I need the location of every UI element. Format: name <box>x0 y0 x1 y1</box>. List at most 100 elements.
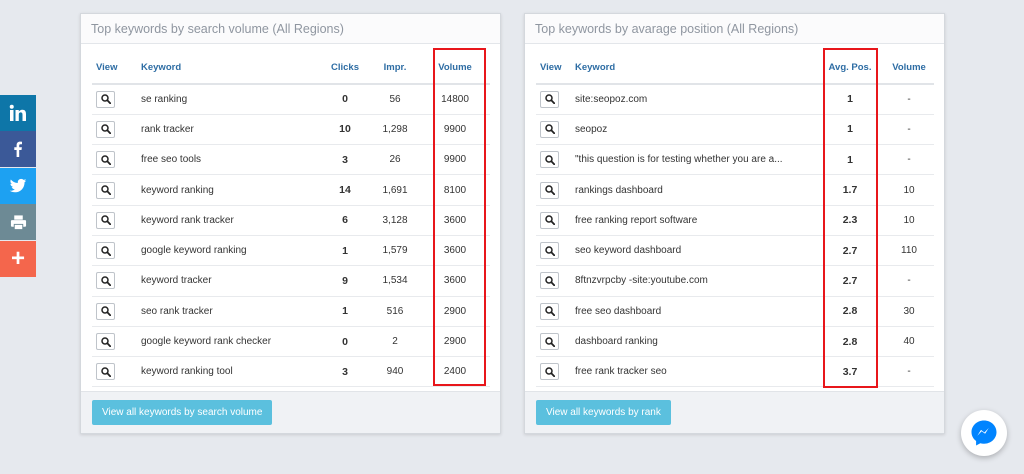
keyword-cell: google keyword rank checker <box>137 326 320 358</box>
view-cell <box>92 144 137 176</box>
view-keyword-button[interactable] <box>96 211 115 229</box>
panel-title: Top keywords by avarage position (All Re… <box>525 14 944 44</box>
panel-footer: View all keywords by rank <box>525 391 944 433</box>
view-keyword-button[interactable] <box>540 363 559 381</box>
clicks-cell: 0 <box>320 326 370 358</box>
view-keyword-button[interactable] <box>96 242 115 260</box>
keyword-cell: google keyword ranking <box>137 235 320 267</box>
keyword-cell: keyword ranking tool <box>137 356 320 388</box>
volume-cell: 9900 <box>420 114 490 146</box>
volume-cell: - <box>884 114 934 146</box>
keyword-cell: rankings dashboard <box>571 174 816 206</box>
panel-title: Top keywords by search volume (All Regio… <box>81 14 500 44</box>
column-header-impressions: Impr. <box>370 52 420 85</box>
view-keyword-button[interactable] <box>540 272 559 290</box>
share-twitter-button[interactable] <box>0 168 36 204</box>
search-icon <box>100 124 111 135</box>
view-keyword-button[interactable] <box>540 90 559 108</box>
avg-position-panel: Top keywords by avarage position (All Re… <box>524 13 945 434</box>
messenger-icon <box>971 420 997 446</box>
view-keyword-button[interactable] <box>540 333 559 351</box>
clicks-cell: 10 <box>320 114 370 146</box>
view-keyword-button[interactable] <box>96 90 115 108</box>
view-cell <box>92 205 137 236</box>
table-row: site:seopoz.com 1- <box>536 84 934 115</box>
search-icon <box>100 336 111 347</box>
view-all-by-volume-button[interactable]: View all keywords by search volume <box>92 400 273 425</box>
view-cell <box>92 356 137 388</box>
clicks-cell: 3 <box>320 356 370 388</box>
avg-pos-cell: 3.7 <box>816 356 884 388</box>
volume-cell: 2900 <box>420 296 490 327</box>
view-keyword-button[interactable] <box>540 302 559 320</box>
avg-position-table: View Keyword Avg. Pos. Volume site:seopo… <box>536 52 934 388</box>
view-keyword-button[interactable] <box>540 242 559 260</box>
share-facebook-button[interactable] <box>0 131 36 167</box>
search-icon <box>100 306 111 317</box>
search-volume-table: View Keyword Clicks Impr. Volume se rank… <box>92 52 490 388</box>
impressions-cell: 26 <box>370 144 420 176</box>
avg-pos-cell: 2.8 <box>816 326 884 358</box>
column-header-keyword: Keyword <box>137 52 320 85</box>
keyword-cell: dashboard ranking <box>571 326 816 358</box>
search-icon <box>100 215 111 226</box>
table-row: keyword ranking 14 1,691 8100 <box>92 174 490 206</box>
avg-pos-cell: 2.7 <box>816 235 884 267</box>
view-keyword-button[interactable] <box>96 151 115 169</box>
keyword-cell: free rank tracker seo <box>571 356 816 388</box>
share-linkedin-button[interactable] <box>0 95 36 131</box>
view-keyword-button[interactable] <box>96 302 115 320</box>
volume-cell: 14800 <box>420 84 490 115</box>
view-keyword-button[interactable] <box>540 151 559 169</box>
view-cell <box>92 84 137 115</box>
volume-cell: 2900 <box>420 326 490 358</box>
volume-cell: 30 <box>884 296 934 327</box>
avg-pos-cell: 1 <box>816 114 884 146</box>
view-keyword-button[interactable] <box>96 181 115 199</box>
print-icon <box>10 214 27 231</box>
impressions-cell: 1,579 <box>370 235 420 267</box>
table-row: seo rank tracker 1 516 2900 <box>92 296 490 327</box>
table-row: google keyword rank checker 0 2 2900 <box>92 326 490 358</box>
view-keyword-button[interactable] <box>96 333 115 351</box>
linkedin-icon <box>9 104 27 122</box>
search-icon <box>100 94 111 105</box>
clicks-cell: 6 <box>320 205 370 236</box>
search-volume-panel: Top keywords by search volume (All Regio… <box>80 13 501 434</box>
view-keyword-button[interactable] <box>96 272 115 290</box>
view-keyword-button[interactable] <box>96 120 115 138</box>
share-print-button[interactable] <box>0 204 36 240</box>
volume-cell: 3600 <box>420 205 490 236</box>
view-cell <box>536 265 571 297</box>
clicks-cell: 3 <box>320 144 370 176</box>
column-header-volume: Volume <box>884 52 934 85</box>
view-keyword-button[interactable] <box>540 211 559 229</box>
share-share-more-button[interactable]: + <box>0 241 36 277</box>
avg-pos-cell: 2.7 <box>816 265 884 297</box>
table-row: rankings dashboard 1.7 10 <box>536 174 934 206</box>
table-row: keyword ranking tool 3 940 2400 <box>92 356 490 388</box>
messenger-chat-button[interactable] <box>961 410 1007 456</box>
view-cell <box>92 235 137 267</box>
clicks-cell: 14 <box>320 174 370 206</box>
table-row: seopoz 1- <box>536 114 934 146</box>
view-cell <box>536 114 571 146</box>
view-keyword-button[interactable] <box>96 363 115 381</box>
impressions-cell: 940 <box>370 356 420 388</box>
impressions-cell: 1,298 <box>370 114 420 146</box>
avg-pos-cell: 2.8 <box>816 296 884 327</box>
column-header-avg-pos: Avg. Pos. <box>816 52 884 85</box>
column-header-volume: Volume <box>420 52 490 85</box>
view-keyword-button[interactable] <box>540 181 559 199</box>
view-all-by-rank-button[interactable]: View all keywords by rank <box>536 400 671 425</box>
share-more-icon: + <box>10 245 25 272</box>
search-icon <box>544 154 555 165</box>
table-row: google keyword ranking 1 1,579 3600 <box>92 235 490 267</box>
keyword-cell: free seo dashboard <box>571 296 816 327</box>
view-keyword-button[interactable] <box>540 120 559 138</box>
impressions-cell: 1,691 <box>370 174 420 206</box>
avg-pos-cell: 2.3 <box>816 205 884 236</box>
search-icon <box>544 336 555 347</box>
clicks-cell: 1 <box>320 296 370 327</box>
view-cell <box>536 174 571 206</box>
